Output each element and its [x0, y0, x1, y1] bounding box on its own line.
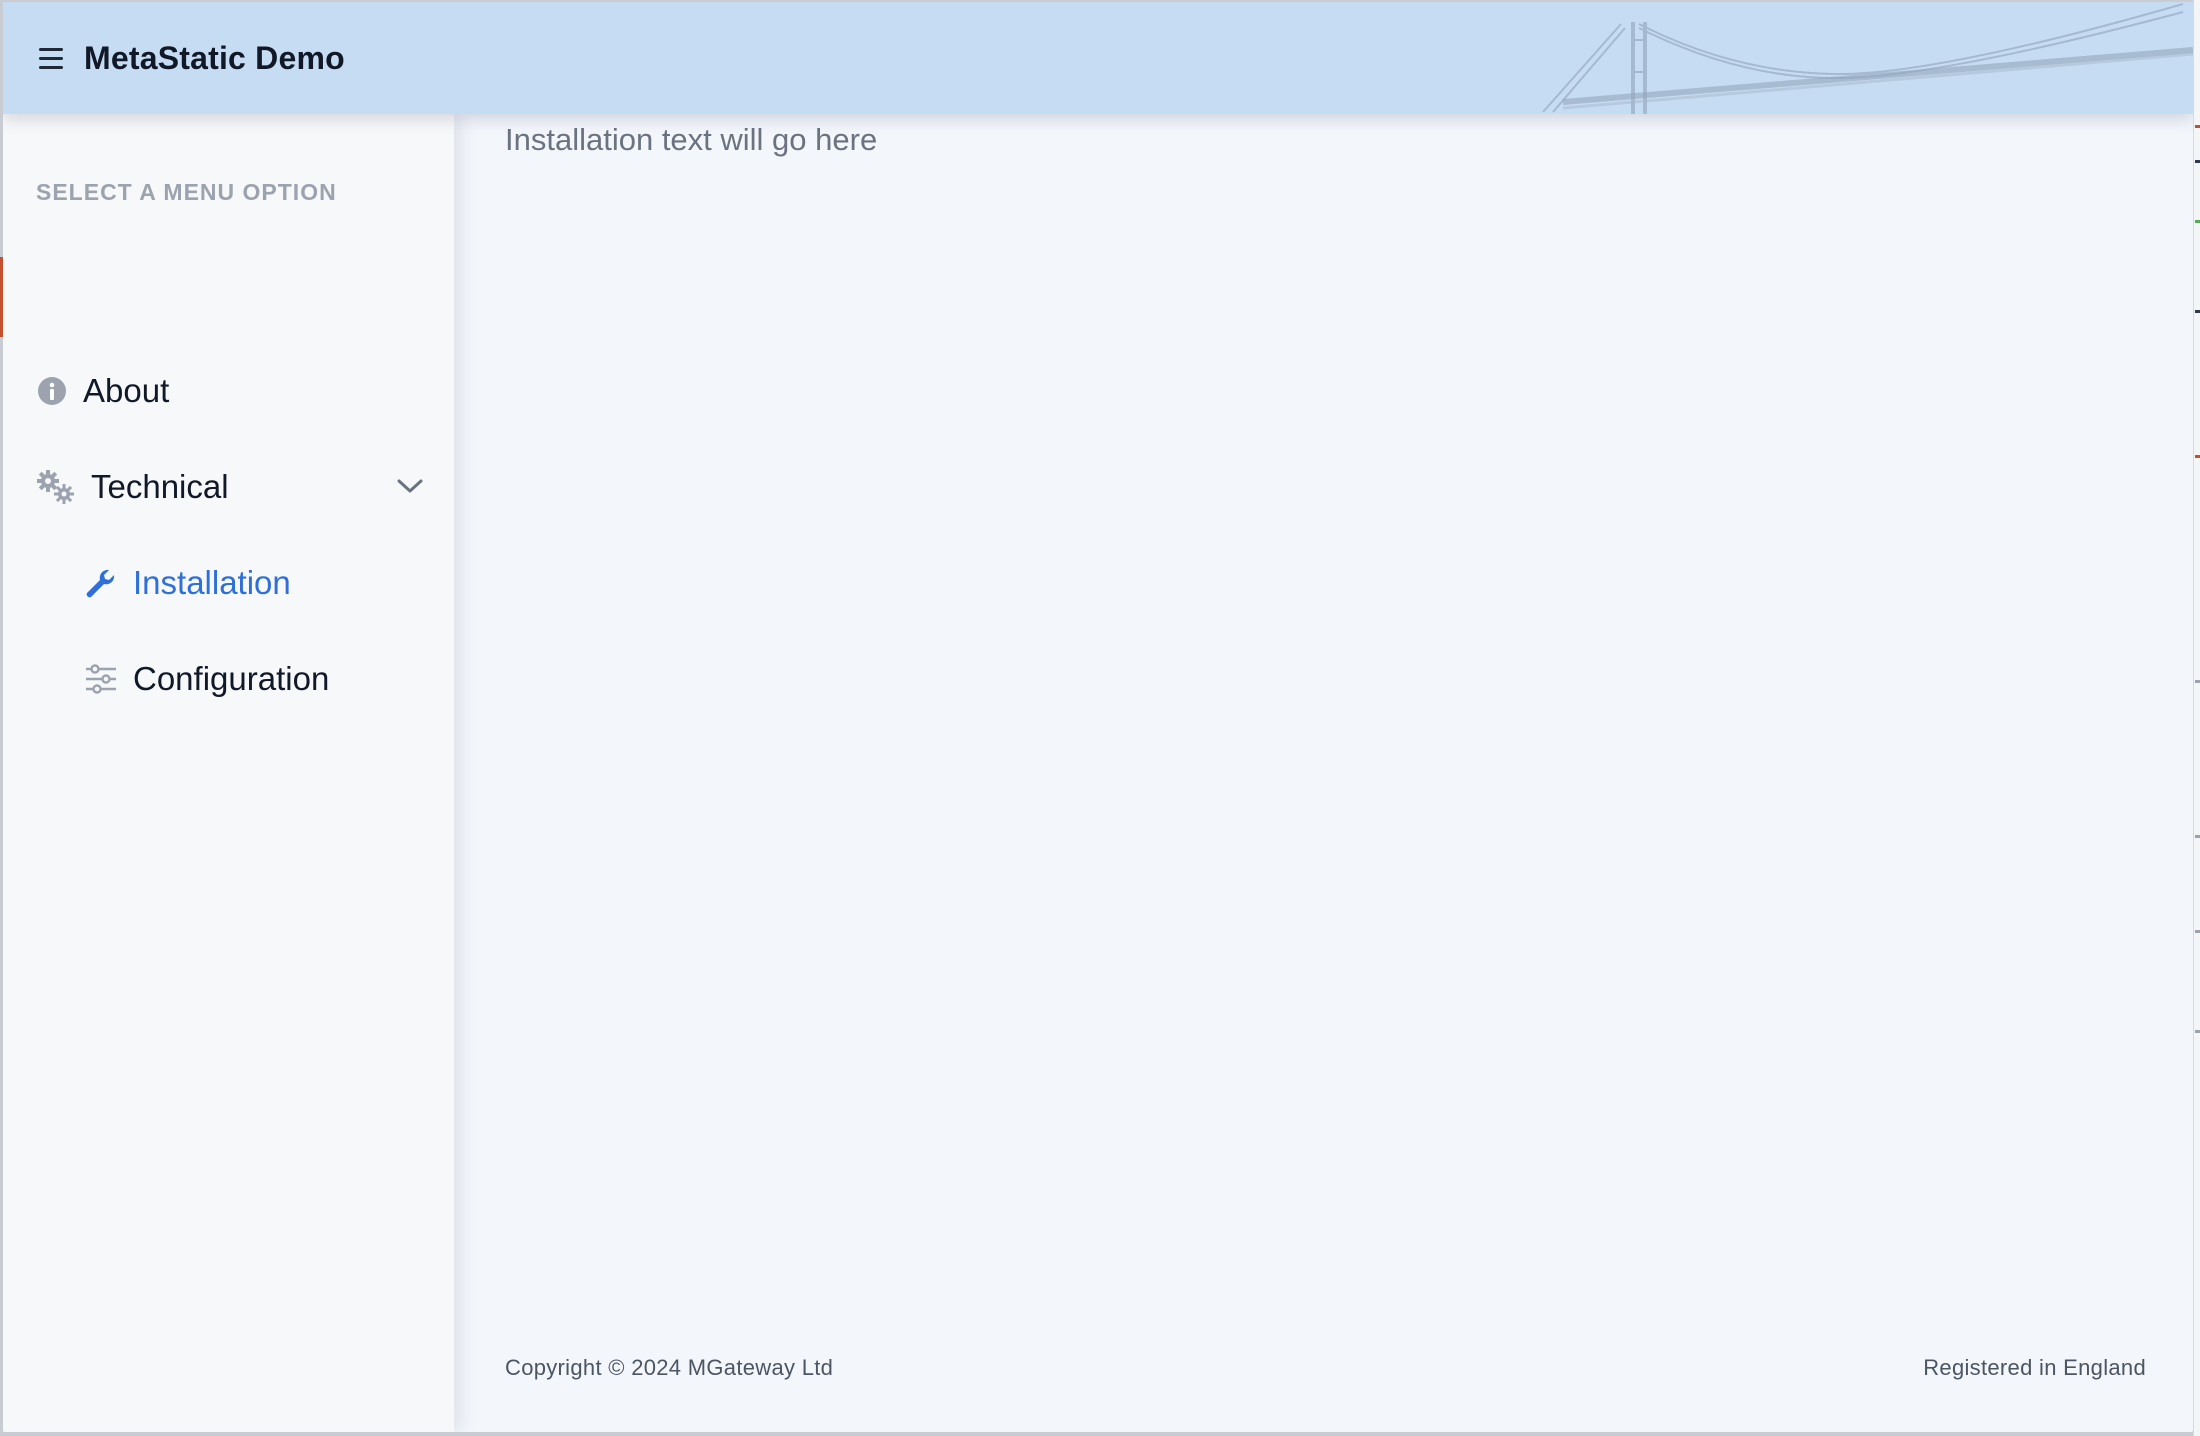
- sidebar-item-configuration[interactable]: Configuration: [85, 660, 329, 698]
- top-app-bar: MetaStatic Demo: [3, 2, 2193, 114]
- sidebar-item-technical[interactable]: Technical: [37, 468, 433, 506]
- sidebar-item-about[interactable]: About: [37, 372, 169, 410]
- sidebar-item-label: About: [83, 372, 170, 409]
- bridge-illustration: [1542, 3, 2193, 114]
- hamburger-menu-icon[interactable]: [39, 48, 65, 70]
- app-window: MetaStatic Demo SELECT A MENU OPTION Abo…: [3, 2, 2193, 1432]
- sidebar-item-installation[interactable]: Installation: [85, 564, 291, 602]
- sidebar-item-label: Configuration: [133, 660, 330, 697]
- sidebar-item-label: Technical: [91, 468, 229, 505]
- sidebar-heading: SELECT A MENU OPTION: [36, 179, 337, 205]
- page-content-text: Installation text will go here: [505, 122, 878, 157]
- app-title: MetaStatic Demo: [84, 40, 345, 76]
- chevron-down-icon[interactable]: [397, 478, 423, 494]
- gears-icon: [37, 470, 74, 504]
- footer-registered: Registered in England: [1923, 1355, 2146, 1380]
- wrench-icon: [86, 569, 115, 598]
- sidebar-nav: SELECT A MENU OPTION About Technical Ins…: [3, 114, 454, 1432]
- background-window-edge: [2193, 0, 2200, 1436]
- info-circle-icon: [38, 377, 66, 405]
- sidebar-item-label: Installation: [133, 564, 291, 601]
- sliders-icon: [86, 664, 116, 694]
- footer-copyright: Copyright © 2024 MGateway Ltd: [505, 1355, 834, 1380]
